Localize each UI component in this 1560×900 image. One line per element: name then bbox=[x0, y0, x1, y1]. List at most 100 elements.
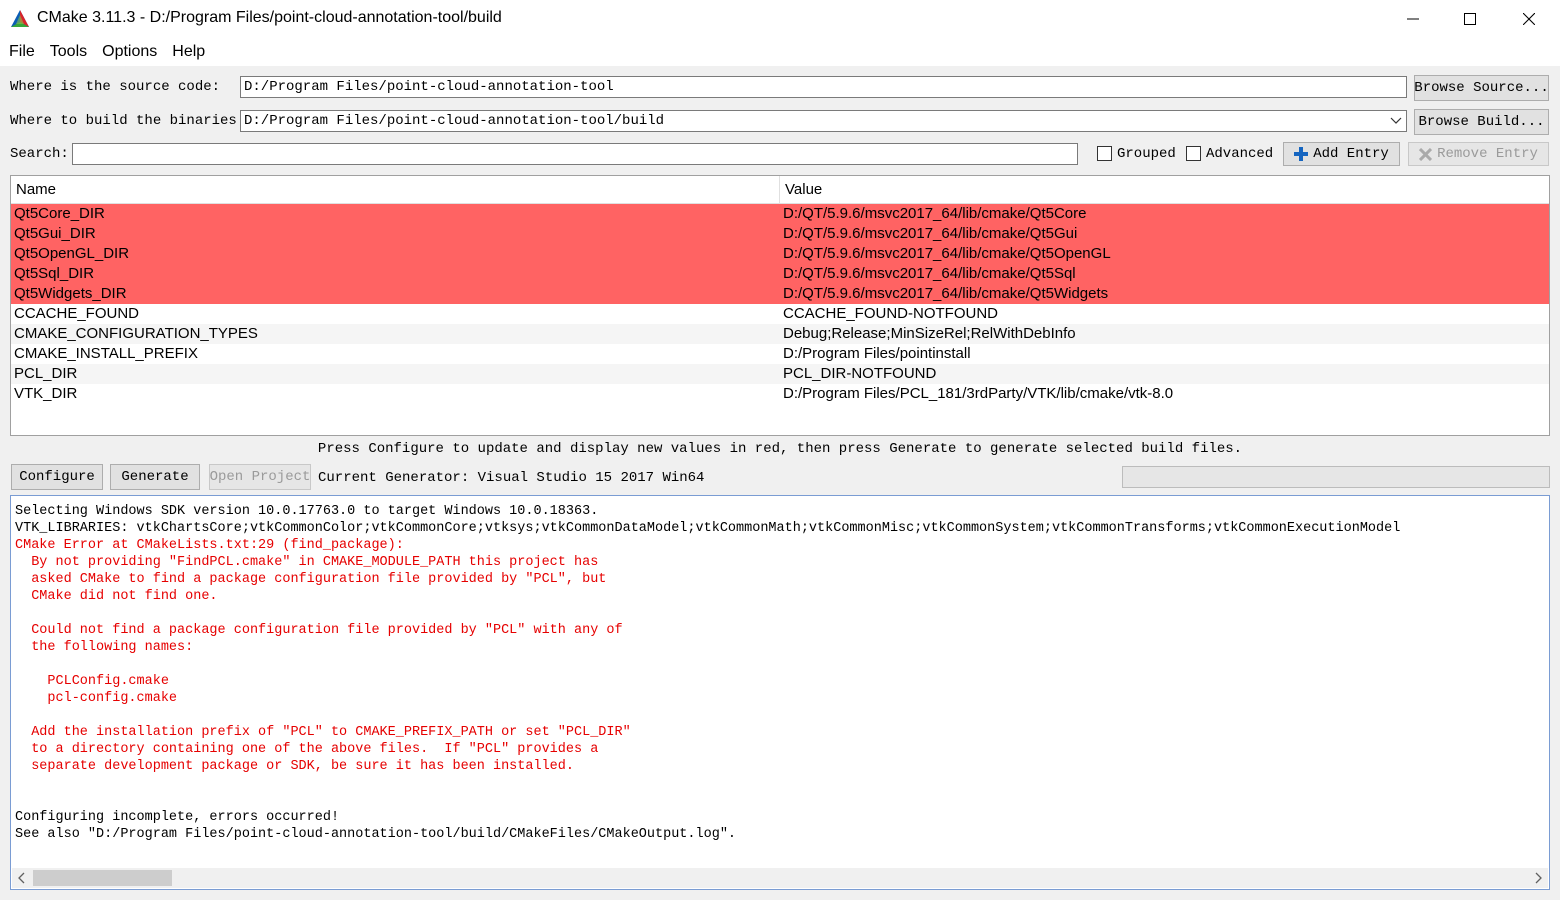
output-line: CMake Error at CMakeLists.txt:29 (find_p… bbox=[15, 538, 404, 553]
minimize-button[interactable] bbox=[1384, 0, 1442, 38]
cmake-triangle-icon bbox=[11, 10, 29, 27]
current-generator-label: Current Generator: Visual Studio 15 2017… bbox=[318, 470, 705, 486]
cache-entry-value: D:/QT/5.9.6/msvc2017_64/lib/cmake/Qt5Gui bbox=[783, 225, 1078, 242]
cache-entry-name: Qt5Core_DIR bbox=[14, 205, 105, 222]
search-input[interactable] bbox=[72, 143, 1078, 165]
cache-entry-name: Qt5OpenGL_DIR bbox=[14, 245, 130, 262]
cache-entry-name: PCL_DIR bbox=[14, 365, 78, 382]
table-row[interactable]: VTK_DIR D:/Program Files/PCL_181/3rdParty… bbox=[11, 384, 1549, 404]
cache-entry-name: CCACHE_FOUND bbox=[14, 305, 140, 322]
scroll-right-icon[interactable] bbox=[1533, 872, 1543, 884]
output-line: Add the installation prefix of "PCL" to … bbox=[15, 725, 631, 740]
build-path-combo[interactable]: D:/Program Files/point-cloud-annotation-… bbox=[240, 110, 1407, 132]
output-line: PCLConfig.cmake bbox=[15, 674, 169, 689]
cache-entry-name: CMAKE_INSTALL_PREFIX bbox=[14, 345, 198, 362]
column-header-name[interactable]: Name bbox=[11, 176, 56, 204]
table-row[interactable]: CMAKE_CONFIGURATION_TYPES Debug;Release;M… bbox=[11, 324, 1549, 344]
remove-icon bbox=[1419, 147, 1433, 161]
horizontal-scrollbar[interactable] bbox=[12, 868, 1548, 888]
scroll-left-icon[interactable] bbox=[17, 872, 27, 884]
cache-entry-name: Qt5Widgets_DIR bbox=[14, 285, 127, 302]
cache-entry-value: D:/QT/5.9.6/msvc2017_64/lib/cmake/Qt5Sql bbox=[783, 265, 1076, 282]
minimize-icon bbox=[1407, 18, 1419, 20]
output-line: VTK_LIBRARIES: vtkChartsCore;vtkCommonCo… bbox=[15, 521, 1401, 536]
table-row[interactable]: Qt5Core_DIR D:/QT/5.9.6/msvc2017_64/lib/c… bbox=[11, 204, 1549, 224]
cache-entry-value: D:/QT/5.9.6/msvc2017_64/lib/cmake/Qt5Wid… bbox=[783, 285, 1109, 302]
cache-entry-value: CCACHE_FOUND-NOTFOUND bbox=[783, 305, 998, 322]
window-title: CMake 3.11.3 - D:/Program Files/point-cl… bbox=[37, 9, 502, 26]
cache-entry-name: Qt5Sql_DIR bbox=[14, 265, 95, 282]
grouped-checkbox[interactable] bbox=[1097, 146, 1112, 161]
build-label: Where to build the binaries: bbox=[10, 113, 246, 129]
close-icon bbox=[1523, 13, 1535, 25]
output-line: asked CMake to find a package configurat… bbox=[15, 572, 607, 587]
browse-build-button[interactable]: Browse Build... bbox=[1414, 109, 1549, 135]
menu-options[interactable]: Options bbox=[102, 43, 157, 61]
title-bar: CMake 3.11.3 - D:/Program Files/point-cl… bbox=[0, 0, 1560, 38]
cache-entry-value: D:/QT/5.9.6/msvc2017_64/lib/cmake/Qt5Ope… bbox=[783, 245, 1111, 262]
maximize-icon bbox=[1464, 13, 1476, 25]
output-line: See also "D:/Program Files/point-cloud-a… bbox=[15, 827, 737, 842]
table-header: Name Value bbox=[11, 176, 1549, 204]
table-row[interactable]: Qt5OpenGL_DIR D:/QT/5.9.6/msvc2017_64/lib… bbox=[11, 244, 1549, 264]
grouped-label: Grouped bbox=[1117, 146, 1176, 162]
cache-entry-value: D:/Program Files/pointinstall bbox=[783, 345, 971, 362]
output-line: to a directory containing one of the abo… bbox=[15, 742, 599, 757]
cache-entry-value: Debug;Release;MinSizeRel;RelWithDebInfo bbox=[783, 325, 1076, 342]
table-row[interactable]: Qt5Sql_DIR D:/QT/5.9.6/msvc2017_64/lib/cm… bbox=[11, 264, 1549, 284]
add-entry-button[interactable]: Add Entry bbox=[1283, 142, 1400, 166]
remove-entry-label: Remove Entry bbox=[1437, 146, 1538, 162]
table-row[interactable]: CCACHE_FOUND CCACHE_FOUND-NOTFOUND bbox=[11, 304, 1549, 324]
output-line: the following names: bbox=[15, 640, 194, 655]
browse-source-button[interactable]: Browse Source... bbox=[1414, 75, 1549, 101]
cache-entry-value: D:/Program Files/PCL_181/3rdParty/VTK/li… bbox=[783, 385, 1174, 402]
cache-entry-name: Qt5Gui_DIR bbox=[14, 225, 96, 242]
close-button[interactable] bbox=[1500, 0, 1558, 38]
output-line: CMake did not find one. bbox=[15, 589, 218, 604]
output-line: separate development package or SDK, be … bbox=[15, 759, 574, 774]
advanced-checkbox[interactable] bbox=[1186, 146, 1201, 161]
column-header-value[interactable]: Value bbox=[780, 176, 822, 204]
source-label: Where is the source code: bbox=[10, 79, 221, 95]
add-entry-label: Add Entry bbox=[1313, 146, 1389, 162]
maximize-button[interactable] bbox=[1441, 0, 1499, 38]
output-lines: Selecting Windows SDK version 10.0.17763… bbox=[15, 503, 1400, 843]
plus-icon bbox=[1294, 147, 1309, 161]
configure-hint: Press Configure to update and display ne… bbox=[317, 441, 1243, 457]
scrollbar-thumb[interactable] bbox=[33, 870, 172, 886]
menu-tools[interactable]: Tools bbox=[50, 43, 87, 61]
table-row[interactable]: CMAKE_INSTALL_PREFIX D:/Program Files/poi… bbox=[11, 344, 1549, 364]
remove-entry-button[interactable]: Remove Entry bbox=[1408, 142, 1549, 166]
menu-bar: File Tools Options Help bbox=[0, 38, 1560, 66]
source-path-input[interactable]: D:/Program Files/point-cloud-annotation-… bbox=[240, 76, 1407, 98]
chevron-down-icon[interactable] bbox=[1390, 114, 1402, 126]
cache-entry-name: CMAKE_CONFIGURATION_TYPES bbox=[14, 325, 258, 342]
cache-table: Name Value Qt5Core_DIR D:/QT/5.9.6/msvc20… bbox=[10, 175, 1550, 436]
output-line: Selecting Windows SDK version 10.0.17763… bbox=[15, 504, 599, 519]
cache-entry-value: PCL_DIR-NOTFOUND bbox=[783, 365, 937, 382]
table-row[interactable]: Qt5Gui_DIR D:/QT/5.9.6/msvc2017_64/lib/cm… bbox=[11, 224, 1549, 244]
cache-entry-name: VTK_DIR bbox=[14, 385, 78, 402]
generate-button[interactable]: Generate bbox=[110, 464, 200, 490]
search-label: Search: bbox=[10, 146, 69, 162]
output-log[interactable]: Selecting Windows SDK version 10.0.17763… bbox=[10, 495, 1550, 890]
build-path-value: D:/Program Files/point-cloud-annotation-… bbox=[244, 113, 665, 129]
menu-file[interactable]: File bbox=[9, 43, 35, 61]
open-project-button[interactable]: Open Project bbox=[209, 464, 311, 490]
output-line: Configuring incomplete, errors occurred! bbox=[15, 810, 340, 825]
advanced-label: Advanced bbox=[1206, 146, 1274, 162]
table-row[interactable]: PCL_DIR PCL_DIR-NOTFOUND bbox=[11, 364, 1549, 384]
cache-entry-value: D:/QT/5.9.6/msvc2017_64/lib/cmake/Qt5Cor… bbox=[783, 205, 1087, 222]
menu-help[interactable]: Help bbox=[172, 43, 205, 61]
output-line: pcl-config.cmake bbox=[15, 691, 178, 706]
output-line: Could not find a package configuration f… bbox=[15, 623, 623, 638]
progress-bar bbox=[1122, 466, 1550, 488]
configure-button[interactable]: Configure bbox=[11, 464, 103, 490]
output-line: By not providing "FindPCL.cmake" in CMAK… bbox=[15, 555, 599, 570]
table-row[interactable]: Qt5Widgets_DIR D:/QT/5.9.6/msvc2017_64/li… bbox=[11, 284, 1549, 304]
